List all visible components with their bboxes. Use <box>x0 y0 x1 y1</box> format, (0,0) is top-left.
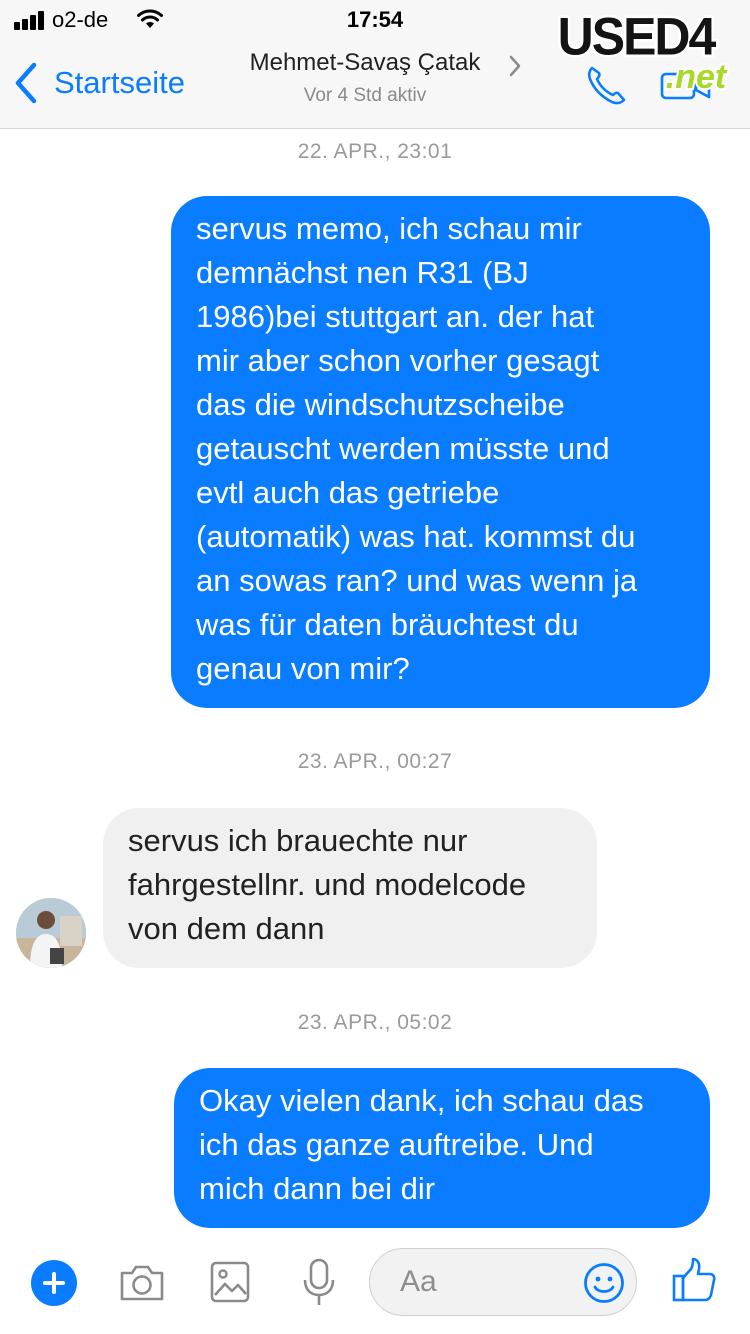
outgoing-message-bubble[interactable]: Okay vielen dank, ich schau das ich das … <box>174 1068 710 1228</box>
message-text-line: von dem dann <box>128 911 325 946</box>
emoji-icon[interactable] <box>583 1262 625 1304</box>
contact-avatar[interactable] <box>16 898 86 968</box>
message-text-line: fahrgestellnr. und modelcode <box>128 867 527 902</box>
message-text-line: an sowas ran? und was wenn ja <box>196 563 638 598</box>
outgoing-message-bubble[interactable]: servus memo, ich schau mir demnächst nen… <box>171 196 710 708</box>
contact-name: Mehmet-Savaş Çatak <box>249 49 481 76</box>
timestamp: 23. APR., 00:27 <box>297 750 453 773</box>
microphone-icon[interactable] <box>302 1258 336 1308</box>
contact-active-status: Vor 4 Std aktiv <box>303 85 427 106</box>
camera-icon[interactable] <box>118 1261 166 1303</box>
message-text-line: servus ich brauechte nur <box>128 823 468 858</box>
message-text-line: was für daten bräuchtest du <box>196 607 579 642</box>
message-text-line: mir aber schon vorher gesagt <box>196 343 600 378</box>
message-text-line: genau von mir? <box>196 651 410 686</box>
chevron-right-icon <box>509 55 521 77</box>
image-gallery-icon[interactable] <box>210 1261 250 1303</box>
message-text-line: getauscht werden müsste und <box>196 431 610 466</box>
message-text-line: evtl auch das getriebe <box>196 475 500 510</box>
timestamp: 22. APR., 23:01 <box>297 140 453 163</box>
thumbs-up-icon[interactable] <box>672 1257 716 1303</box>
message-text-line: Okay vielen dank, ich schau das <box>199 1083 644 1118</box>
message-text-line: servus memo, ich schau mir <box>196 211 582 246</box>
contact-header[interactable]: Mehmet-Savaş Çatak Vor 4 Std aktiv <box>200 49 530 107</box>
back-label: Startseite <box>54 65 185 100</box>
avatar-photo <box>16 898 86 968</box>
message-text-line: 1986)bei stuttgart an. der hat <box>196 299 595 334</box>
message-text-line: demnächst nen R31 (BJ <box>196 255 529 290</box>
message-text-line: das die windschutzscheibe <box>196 387 565 422</box>
message-text-line: (automatik) was hat. kommst du <box>196 519 636 554</box>
used4-watermark-logo: USED4 .net <box>555 5 730 98</box>
message-text-line: ich das ganze auftreibe. Und <box>199 1127 594 1162</box>
back-button[interactable]: Startseite <box>14 62 185 104</box>
plus-button[interactable] <box>31 1260 77 1306</box>
message-text-line: mich dann bei dir <box>199 1171 436 1206</box>
svg-text:USED4: USED4 <box>558 7 717 65</box>
chevron-left-icon <box>15 62 37 104</box>
timestamp: 23. APR., 05:02 <box>297 1011 453 1034</box>
message-input-placeholder: Aa <box>400 1265 437 1298</box>
svg-text:.net: .net <box>666 58 728 96</box>
incoming-message-bubble[interactable]: servus ich brauechte nur fahrgestellnr. … <box>103 808 597 968</box>
